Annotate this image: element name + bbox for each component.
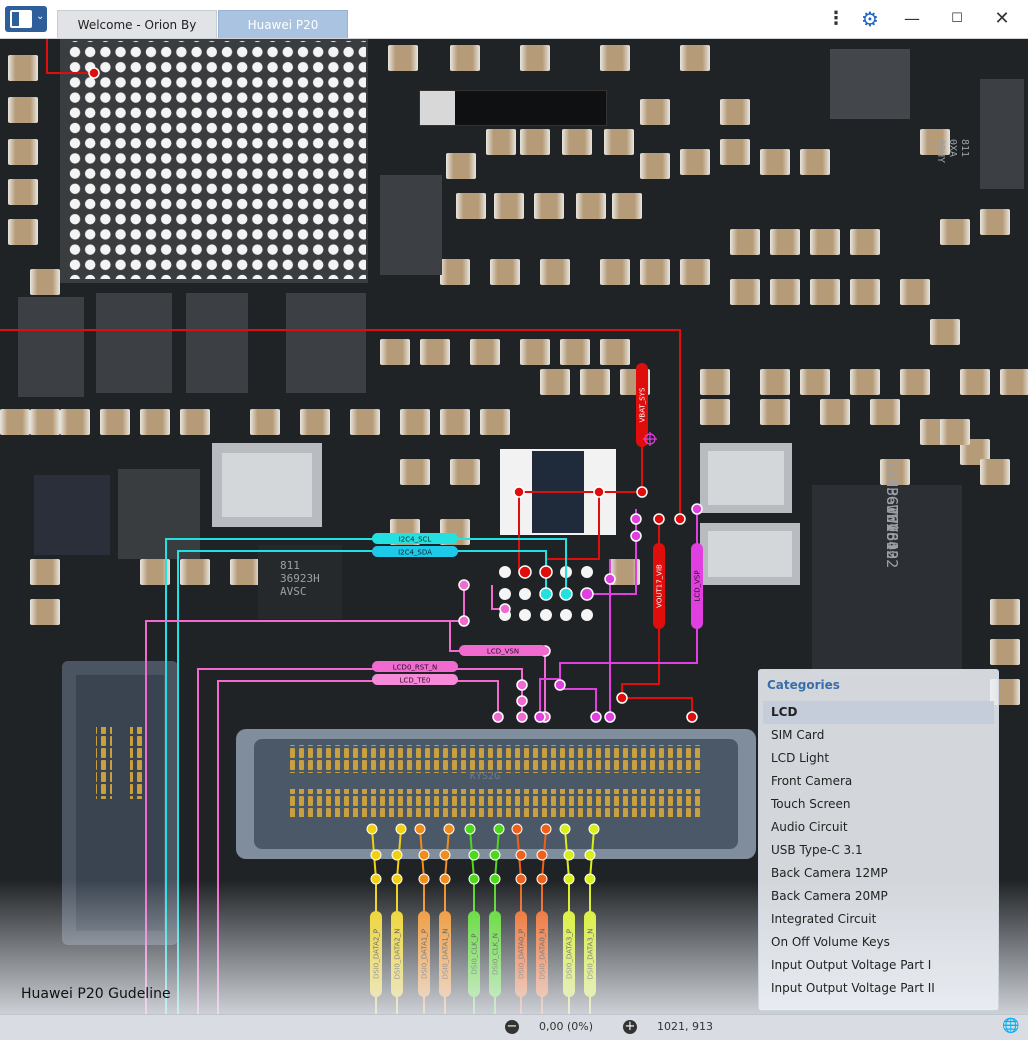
board-title: Huawei P20 Gudeline <box>21 986 171 1002</box>
chip-marking: AVSC <box>280 585 307 598</box>
net-label-lcd-vsp[interactable]: LCD_VSP <box>694 570 702 601</box>
chip-marking: Hi6422GWCV310HP63618031803-TW06 <box>883 460 901 568</box>
dsi-node <box>418 849 430 861</box>
category-item[interactable]: Back Camera 12MP <box>763 862 994 885</box>
kebab-menu-icon[interactable]: ⋮ <box>826 0 846 38</box>
dsi-node <box>370 849 382 861</box>
chip-marking: 0XA <box>947 139 958 157</box>
dsi-node <box>584 849 596 861</box>
net-label-lcd-te0[interactable]: LCD_TE0 <box>400 677 431 685</box>
dsi-node <box>468 849 480 861</box>
dsi-node <box>493 823 505 835</box>
zoom-out-icon[interactable]: − <box>505 1020 519 1034</box>
category-item[interactable]: SIM Card <box>763 724 994 747</box>
net-label-lcd0-rst-n[interactable]: LCD0_RST_N <box>393 664 437 672</box>
dsi-node <box>563 849 575 861</box>
categories-panel: Categories LCD SIM Card LCD Light Front Cam… <box>758 669 999 1011</box>
dsi-node <box>511 823 523 835</box>
category-item[interactable]: Input Output Voltage Part II <box>763 977 994 1000</box>
dsi-node <box>559 823 571 835</box>
tab-huawei-p20[interactable]: Huawei P20 Gudeline <box>218 10 348 60</box>
connector-marking: KYS2G <box>470 771 500 782</box>
dsi-node <box>366 823 378 835</box>
chevron-down-icon: ⌄ <box>36 11 45 22</box>
title-bar: ⌄ Welcome - Orion By ESTECH Huawei P20 G… <box>0 0 1028 60</box>
thumbnail-selected[interactable] <box>420 91 455 125</box>
category-item[interactable]: Input Output Voltage Part I <box>763 954 994 977</box>
globe-icon[interactable]: 🌐 <box>1002 1018 1019 1034</box>
net-label-vbat-sys[interactable]: VBAT_SYS <box>639 387 647 422</box>
category-item[interactable]: LCD <box>763 701 994 724</box>
categories-list: LCD SIM Card LCD Light Front Camera Touch Sc… <box>763 701 994 1000</box>
app-menu-icon <box>10 10 32 28</box>
net-label-lcd-vsn[interactable]: LCD_VSN <box>487 648 519 656</box>
chip-marking: 811 <box>959 139 970 157</box>
chip-marking: 811 <box>280 559 300 572</box>
dsi-node <box>391 849 403 861</box>
category-item[interactable]: USB Type-C 3.1 <box>763 839 994 862</box>
dsi-node <box>489 849 501 861</box>
app-menu-button[interactable]: ⌄ <box>5 6 47 32</box>
thumbnail-strip[interactable] <box>419 90 607 126</box>
dsi-node <box>536 849 548 861</box>
dsi-node <box>439 849 451 861</box>
zoom-level: 0,00 (0%) <box>539 1020 594 1033</box>
dsi-node <box>464 823 476 835</box>
zoom-in-icon[interactable]: + <box>623 1020 637 1034</box>
chip-marking: A5HY <box>935 139 946 163</box>
category-item[interactable]: Back Camera 20MP <box>763 885 994 908</box>
category-item[interactable]: LCD Light <box>763 747 994 770</box>
categories-heading: Categories <box>767 678 840 692</box>
dsi-node <box>414 823 426 835</box>
category-item[interactable]: Audio Circuit <box>763 816 994 839</box>
dsi-node <box>395 823 407 835</box>
net-label-i2c4-sda[interactable]: I2C4_SDA <box>398 549 432 557</box>
category-item[interactable]: Integrated Circuit <box>763 908 994 931</box>
category-item[interactable]: Front Camera <box>763 770 994 793</box>
net-label-vout17-vib[interactable]: VOUT17_VIB <box>656 564 664 608</box>
chip-marking: 36923H <box>280 572 320 585</box>
dsi-node <box>540 823 552 835</box>
net-label-i2c4-scl[interactable]: I2C4_SCL <box>399 536 432 544</box>
minimize-icon[interactable]: — <box>898 0 926 38</box>
maximize-icon[interactable]: ☐ <box>943 0 971 38</box>
dsi-node <box>515 849 527 861</box>
category-item[interactable]: On Off Volume Keys <box>763 931 994 954</box>
tab-welcome[interactable]: Welcome - Orion By ESTECH <box>57 10 217 60</box>
category-item[interactable]: Touch Screen <box>763 793 994 816</box>
status-bar: − 0,00 (0%) + 1021, 913 🌐 <box>0 1014 1028 1040</box>
cursor-coordinates: 1021, 913 <box>657 1020 713 1033</box>
dsi-node <box>443 823 455 835</box>
gear-icon[interactable]: ⚙ <box>858 0 882 38</box>
close-icon[interactable]: ✕ <box>988 0 1016 38</box>
dsi-node <box>588 823 600 835</box>
